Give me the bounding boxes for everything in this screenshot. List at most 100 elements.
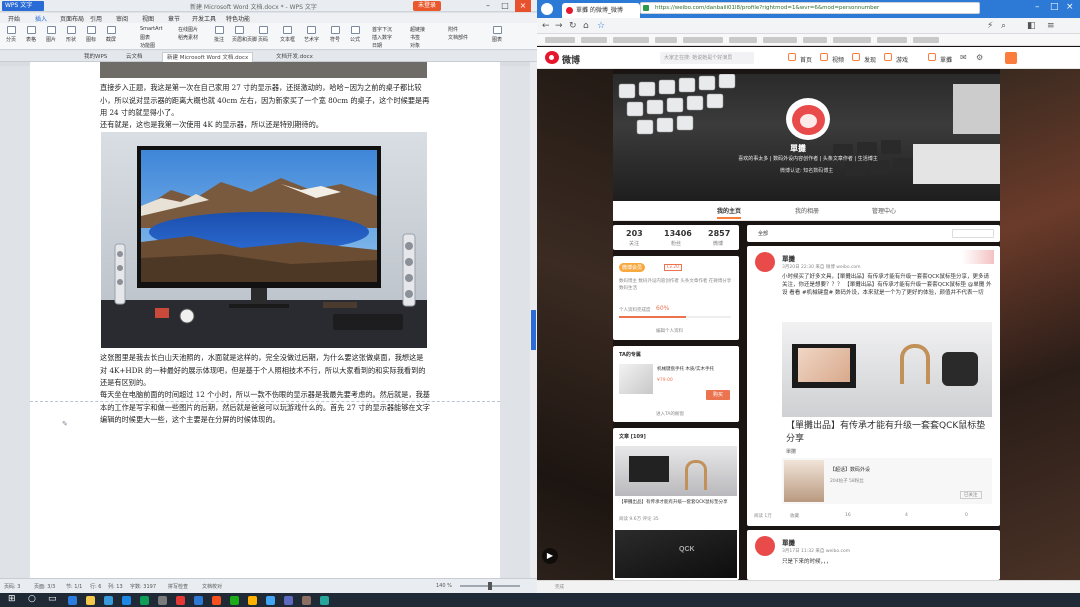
cortana-icon[interactable]: ○ (28, 594, 36, 604)
ribbon-header-footer[interactable]: 页眉和页脚 (232, 26, 257, 43)
menu-chapter[interactable]: 章节 (168, 14, 180, 23)
ribbon-symbol[interactable]: 符号 (328, 26, 342, 43)
ribbon-picture[interactable]: 图片 (44, 26, 58, 43)
paragraph-2[interactable]: 还有就是，这也是我第一次使用 4K 的显示器，所以还是特别期待的。 (100, 119, 430, 132)
ribbon-formula[interactable]: 公式 (348, 26, 362, 43)
menu-reference[interactable]: 引用 (90, 14, 102, 23)
nav-game[interactable]: 游戏 (896, 55, 908, 64)
star-icon[interactable]: ☆ (597, 21, 605, 31)
ribbon-docer-material[interactable]: 稻壳素材 (178, 34, 198, 41)
app-icon[interactable] (158, 596, 167, 605)
follow-button[interactable]: 已关注 (960, 491, 982, 499)
app-icon[interactable] (266, 596, 275, 605)
search-icon[interactable]: ⌕ (1001, 21, 1006, 31)
store-icon[interactable] (104, 596, 113, 605)
post-article-title[interactable]: 【單攤出品】有传承才能有升级一套套QCK鼠标垫分享 (786, 420, 986, 446)
ribbon-chart[interactable]: 图表 (490, 26, 504, 43)
doc-tab-active[interactable]: 新建 Microsoft Word 文档.docx (162, 52, 254, 62)
minimize-icon[interactable]: – (480, 0, 496, 12)
bookmark-item[interactable] (655, 37, 677, 43)
bookmark-item[interactable] (613, 37, 649, 43)
bookmark-item[interactable] (545, 37, 575, 43)
app-icon[interactable] (212, 596, 221, 605)
bookmark-item[interactable] (683, 37, 723, 43)
edge-icon[interactable] (68, 596, 77, 605)
nav-discover[interactable]: 发现 (864, 55, 876, 64)
browser-tab-weibo[interactable]: 單攤 的微博_微博 (562, 3, 640, 18)
scrollbar-thumb[interactable] (531, 310, 536, 350)
level-badge[interactable]: Lv.20 (664, 264, 682, 271)
ribbon-date[interactable]: 日期 (372, 42, 382, 49)
post-article-image[interactable] (782, 322, 992, 417)
wechat-icon[interactable] (230, 596, 239, 605)
post-avatar[interactable] (755, 252, 775, 272)
back-icon[interactable]: ← (542, 21, 550, 31)
music-play-icon[interactable]: ▶ (542, 548, 558, 564)
ta-item-name[interactable]: 机械键盘手托 木质/实木手托 (657, 366, 733, 372)
ribbon-smartart[interactable]: SmartArt (140, 26, 163, 32)
close-icon[interactable]: × (515, 0, 531, 12)
ribbon-wordart[interactable]: 艺术字 (304, 26, 319, 43)
menu-start[interactable]: 开始 (8, 14, 20, 23)
app-icon[interactable] (284, 596, 293, 605)
ribbon-textbox[interactable]: 文本框 (280, 26, 295, 43)
post-article-author[interactable]: 單攤 (786, 448, 796, 455)
ribbon-function-chart[interactable]: 功能图 (140, 42, 155, 49)
app-icon[interactable] (320, 596, 329, 605)
login-button[interactable]: 未登录 (413, 1, 441, 11)
ribbon-object[interactable]: 对象 (410, 42, 420, 49)
article-cover-2[interactable]: QCK (615, 530, 737, 578)
folder-icon[interactable] (86, 596, 95, 605)
bookmark-item[interactable] (913, 37, 939, 43)
post-repost-button[interactable]: 16 (845, 513, 851, 518)
zoom-slider-thumb[interactable] (488, 582, 492, 590)
home-icon[interactable]: ⌂ (583, 21, 589, 31)
post-collect-button[interactable]: 收藏 (790, 513, 799, 519)
stat-follow-count[interactable]: 203 (626, 229, 643, 238)
ribbon-hyperlink[interactable]: 超链接 (410, 26, 425, 33)
app-icon[interactable] (248, 596, 257, 605)
paragraph-1[interactable]: 直接步入正题，我这是第一次在自己家用 27 寸的显示器，还挺激动的，哈哈~因为之… (100, 82, 430, 120)
weibo-logo-icon[interactable] (545, 51, 559, 64)
ribbon-bookmark[interactable]: 书签 (410, 34, 420, 41)
weibo-logo-text[interactable]: 微博 (562, 53, 580, 66)
weibo-search-input[interactable]: 大家正在搜: 她说她是个好演员 (660, 52, 754, 64)
wps-app-logo[interactable]: WPS 文字 (2, 1, 44, 11)
ribbon-chart-small[interactable]: 图表 (140, 34, 150, 41)
post2-avatar[interactable] (755, 536, 775, 556)
forward-icon[interactable]: → (555, 21, 563, 31)
status-spell-check[interactable]: 拼写检查 (168, 583, 188, 590)
compose-button[interactable] (1005, 52, 1017, 64)
menu-special[interactable]: 特色功能 (226, 14, 250, 23)
tab-album[interactable]: 我的相册 (795, 206, 819, 215)
ribbon-doc-parts[interactable]: 文档部件 (448, 34, 468, 41)
refresh-icon[interactable]: ↻ (569, 21, 577, 31)
edit-profile-link[interactable]: 编辑个人资料 (656, 328, 683, 334)
browser-minimize-icon[interactable]: – (1035, 2, 1040, 12)
nav-user[interactable]: 單攤 (940, 55, 952, 64)
wps-taskbar-icon[interactable] (176, 596, 185, 605)
buy-button[interactable]: 购买 (706, 390, 730, 400)
ribbon-icons[interactable]: 图标 (84, 26, 98, 43)
bookmark-item[interactable] (833, 37, 871, 43)
post-author[interactable]: 單攤 (782, 253, 795, 263)
nav-video[interactable]: 视频 (832, 55, 844, 64)
app-icon[interactable] (122, 596, 131, 605)
browser-taskbar-icon[interactable] (194, 596, 203, 605)
bookmark-item[interactable] (803, 37, 827, 43)
ribbon-table[interactable]: 表格 (24, 26, 38, 43)
ribbon-comment[interactable]: 批注 (212, 26, 226, 43)
ribbon-page-break[interactable]: 分页 (4, 26, 18, 43)
app-icon[interactable] (140, 596, 149, 605)
wrist-rest-thumb[interactable] (619, 364, 653, 394)
stat-weibo-count[interactable]: 2857 (708, 229, 730, 238)
ribbon-online-picture[interactable]: 在线图片 (178, 26, 198, 33)
stat-fans-count[interactable]: 13406 (664, 229, 692, 238)
post2-author[interactable]: 單攤 (782, 537, 795, 547)
ribbon-attachment[interactable]: 附件 (448, 26, 458, 33)
menu-review[interactable]: 审阅 (116, 14, 128, 23)
bookmark-item[interactable] (877, 37, 907, 43)
app-icon[interactable] (302, 596, 311, 605)
browser-logo-icon[interactable] (541, 3, 553, 15)
start-icon[interactable]: ⊞ (8, 594, 16, 604)
